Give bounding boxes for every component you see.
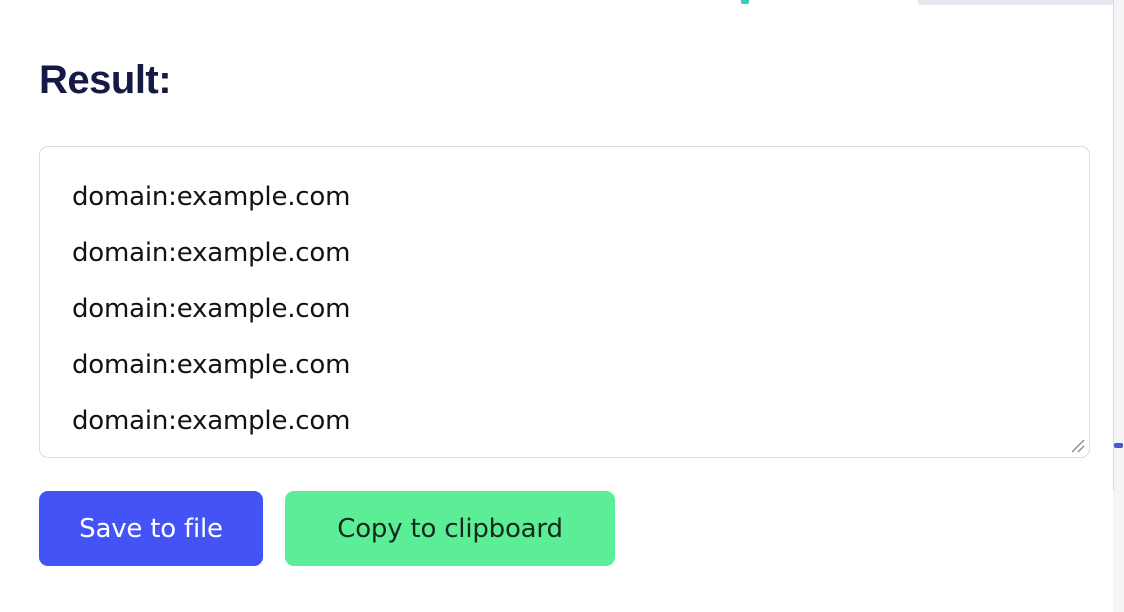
- result-output-textarea[interactable]: domain:example.com domain:example.com doma…: [39, 146, 1090, 458]
- clipped-teal-element[interactable]: [741, 0, 749, 4]
- save-to-file-button[interactable]: Save to file: [39, 491, 263, 566]
- result-lines: domain:example.com domain:example.com doma…: [72, 169, 1057, 449]
- action-button-row: Save to file Copy to clipboard: [39, 491, 615, 566]
- page-content: Result: domain:example.com domain:example…: [0, 0, 1113, 612]
- page-title: Result:: [39, 58, 172, 102]
- result-line: domain:example.com: [72, 294, 351, 324]
- copy-to-clipboard-button[interactable]: Copy to clipboard: [285, 491, 615, 566]
- resize-handle-icon[interactable]: [1069, 437, 1086, 454]
- scrollbar-thumb[interactable]: [1114, 443, 1123, 448]
- clipped-gray-panel[interactable]: [918, 0, 1113, 5]
- result-line: domain:example.com: [72, 238, 351, 268]
- result-line: domain:example.com: [72, 182, 351, 212]
- page-scrollbar[interactable]: [1113, 0, 1124, 612]
- scrollbar-divider: [1113, 0, 1114, 490]
- clipped-top-elements: [0, 0, 1113, 5]
- result-line: domain:example.com: [72, 406, 351, 436]
- result-line: domain:example.com: [72, 350, 351, 380]
